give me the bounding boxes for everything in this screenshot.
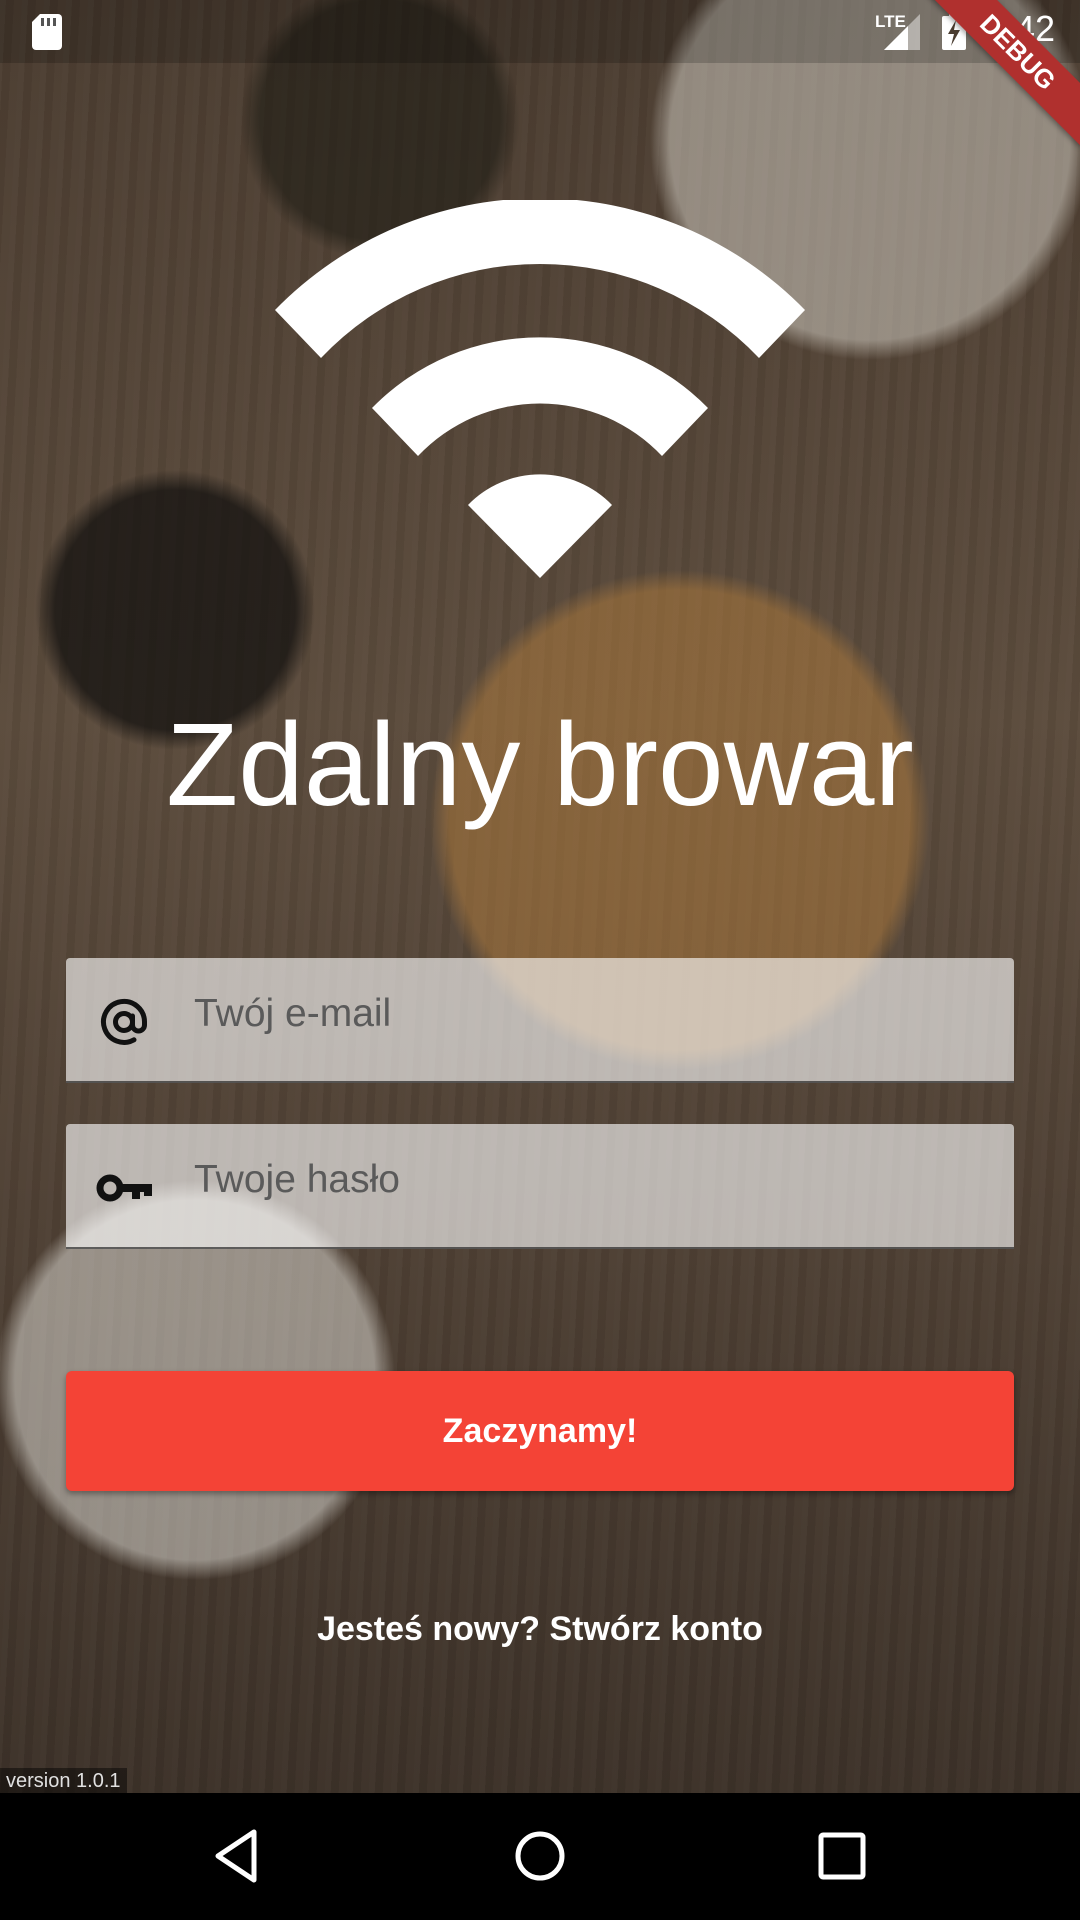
email-input[interactable] xyxy=(192,978,976,1050)
start-button[interactable]: Zaczynamy! xyxy=(66,1371,1014,1491)
version-label: version 1.0.1 xyxy=(0,1768,127,1795)
navigation-bar xyxy=(0,1793,1080,1920)
signal-icon xyxy=(884,14,920,50)
sd-card-icon xyxy=(32,14,62,50)
status-bar: LTE 1:42 xyxy=(0,0,1080,63)
wifi-icon xyxy=(275,200,805,578)
password-input[interactable] xyxy=(192,1144,976,1216)
home-icon[interactable] xyxy=(510,1826,570,1886)
recent-apps-icon[interactable] xyxy=(812,1826,872,1886)
at-sign-icon xyxy=(101,998,148,1045)
password-field[interactable] xyxy=(66,1124,1014,1249)
back-icon[interactable] xyxy=(208,1826,268,1886)
email-field[interactable] xyxy=(66,958,1014,1083)
app-title: Zdalny browar xyxy=(166,699,914,831)
key-icon xyxy=(96,1174,152,1202)
register-link[interactable]: Jesteś nowy? Stwórz konto xyxy=(0,1610,1080,1649)
